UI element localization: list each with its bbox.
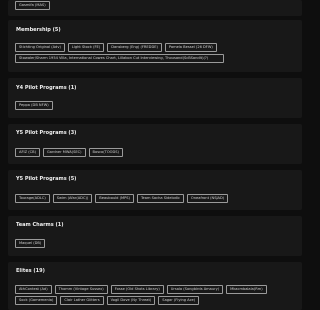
tag-button[interactable]: Gasmifa (MAS) [15,1,50,10]
tag-list: AFIZ (CB) Gardner MWA(SEC) Bosco(TOODS) [15,148,296,157]
tag-button[interactable]: Maquel (DB) [15,239,46,248]
tag-button[interactable]: Light Stock (FE) [67,43,105,52]
team-charms-panel: Team Charms (1) Maquel (DB) [8,216,302,256]
tag-button[interactable]: Clair Lather Glitters [60,296,104,305]
tag-button[interactable]: Dansberg (Eng) (FREDDE) [107,43,162,52]
tag-button[interactable]: Sagar (Flying Ace) [158,296,200,305]
tag-button[interactable]: Stichting Original (Adv) [15,43,65,52]
header-card: Gasmifa (MAS) [8,0,302,16]
tag-button[interactable]: Bosco(TOODS) [88,148,123,157]
tag-button[interactable]: Pamela Bessel (26 DFW) [164,43,217,52]
membership-panel: Membership (5) Stichting Original (Adv) … [8,20,302,72]
tag-button[interactable]: Peppa (DB NFW) [15,101,53,110]
tag-list: Peppa (DB NFW) [15,101,296,110]
tag-button[interactable]: Ursala (Songbirds Amaury) [166,285,224,294]
section-title: Elites (19) [16,268,45,274]
y4-pilot-programs-panel: Y4 Pilot Programs (1) Peppa (DB NFW) [8,78,302,118]
tag-list: Tourage(ADLC) Swim (Afar(ADC)) Beaubould… [15,194,296,203]
tag-button[interactable]: AthContest (Ad) [15,285,52,294]
tag-button[interactable]: AFIZ (CB) [15,148,40,157]
tag-list: Maquel (DB) [15,239,296,248]
section-title: Y5 Pilot Programs (3) [16,130,77,136]
tag-button[interactable]: Gardner MWA(SEC) [42,148,86,157]
tag-button[interactable]: Sock (Gamemenia) [15,296,58,305]
section-title: Y5 Pilot Programs (5) [16,176,77,182]
section-title: Y4 Pilot Programs (1) [16,85,77,91]
tag-list: AthContest (Ad) Thomm (Vintage Sussex) F… [15,285,296,305]
tag-button[interactable]: Vogil Dove (Ny Threat) [106,296,156,305]
tag-button[interactable]: Fosse (Old Shots Library) [110,285,164,294]
tag-list: Stichting Original (Adv) Light Stock (FE… [15,43,296,63]
tag-button[interactable]: Tourage(ADLC) [15,194,50,203]
y5-pilot-programs-panel-2: Y5 Pilot Programs (5) Tourage(ADLC) Swim… [8,170,302,210]
y5-pilot-programs-panel: Y5 Pilot Programs (3) AFIZ (CB) Gardner … [8,124,302,164]
tag-button[interactable]: Stowaler/Sharm 1954 Villa, International… [15,54,224,63]
tag-button[interactable]: Beaubould (MPS) [95,194,134,203]
section-title: Membership (5) [16,27,61,33]
tag-button[interactable]: Oneafront (NSJAD) [186,194,229,203]
section-title: Team Charms (1) [16,222,64,228]
elites-panel: Elites (19) AthContest (Ad) Thomm (Vinta… [8,262,302,310]
tag-button[interactable]: Swim (Afar(ADC)) [52,194,93,203]
tag-button[interactable]: Thomm (Vintage Sussex) [54,285,108,294]
tag-button[interactable]: Mkacmbalala(Rm) [226,285,267,294]
tag-button[interactable]: Team Sacha Sidelodic [136,194,184,203]
